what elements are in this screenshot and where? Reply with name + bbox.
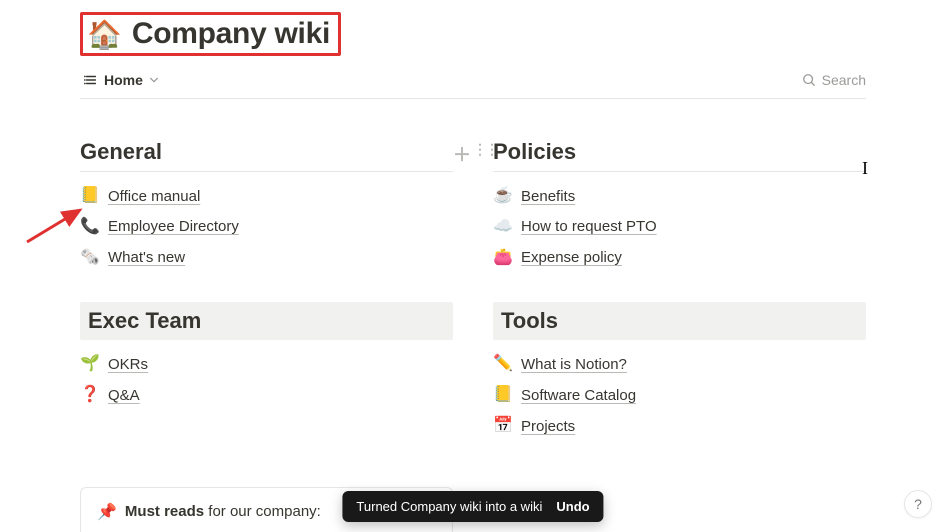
question-icon: ❓ bbox=[80, 385, 98, 406]
section-heading-label: Exec Team bbox=[88, 308, 201, 334]
link-whats-new[interactable]: 🗞️ What's new bbox=[80, 248, 453, 269]
pencil-icon: ✏️ bbox=[493, 354, 511, 375]
link-office-manual[interactable]: 📒 Office manual bbox=[80, 186, 453, 207]
chevron-down-icon bbox=[149, 75, 159, 85]
notebook-icon: 📒 bbox=[493, 385, 511, 406]
link-label: Q&A bbox=[108, 386, 140, 406]
page-title-row: 🏠 Company wiki bbox=[80, 12, 341, 56]
seedling-icon: 🌱 bbox=[80, 354, 98, 375]
view-toolbar: Home Search bbox=[80, 70, 866, 99]
link-request-pto[interactable]: ☁️ How to request PTO bbox=[493, 217, 866, 238]
link-label: OKRs bbox=[108, 355, 148, 375]
link-label: Employee Directory bbox=[108, 217, 239, 237]
section-heading-general[interactable]: General bbox=[80, 139, 453, 172]
coffee-icon: ☕ bbox=[493, 186, 511, 207]
link-okrs[interactable]: 🌱 OKRs bbox=[80, 354, 453, 375]
section-heading-exec[interactable]: Exec Team bbox=[80, 302, 453, 340]
calendar-icon: 📅 bbox=[493, 416, 511, 437]
toast-undo-button[interactable]: Undo bbox=[556, 499, 589, 514]
purse-icon: 👛 bbox=[493, 248, 511, 269]
section-heading-policies[interactable]: ＋ ⋮⋮ Policies bbox=[493, 139, 866, 172]
link-label: Benefits bbox=[521, 187, 575, 207]
section-policies: ＋ ⋮⋮ Policies ☕ Benefits ☁️ How to reque… bbox=[493, 139, 866, 278]
must-reads-text: Must reads for our company: bbox=[125, 503, 321, 520]
toast-message: Turned Company wiki into a wiki bbox=[356, 499, 542, 514]
page-title[interactable]: Company wiki bbox=[132, 17, 330, 51]
page-root: 🏠 Company wiki Home Search General 📒 bbox=[0, 0, 946, 532]
link-label: Expense policy bbox=[521, 248, 622, 268]
block-hover-controls: ＋ ⋮⋮ bbox=[453, 141, 497, 167]
link-software-catalog[interactable]: 📒 Software Catalog bbox=[493, 385, 866, 406]
link-label: How to request PTO bbox=[521, 217, 657, 237]
section-tools: Tools ✏️ What is Notion? 📒 Software Cata… bbox=[493, 302, 866, 446]
newspaper-icon: 🗞️ bbox=[80, 248, 98, 269]
pushpin-icon: 📌 bbox=[97, 502, 117, 522]
toast-notification: Turned Company wiki into a wiki Undo bbox=[342, 491, 603, 522]
sections-grid: General 📒 Office manual 📞 Employee Direc… bbox=[80, 139, 866, 447]
link-label: What is Notion? bbox=[521, 355, 627, 375]
link-qa[interactable]: ❓ Q&A bbox=[80, 385, 453, 406]
view-switcher-home[interactable]: Home bbox=[80, 70, 163, 90]
search-icon bbox=[802, 73, 816, 87]
section-heading-label: General bbox=[80, 139, 162, 165]
link-employee-directory[interactable]: 📞 Employee Directory bbox=[80, 217, 453, 238]
link-benefits[interactable]: ☕ Benefits bbox=[493, 186, 866, 207]
drag-handle-icon[interactable]: ⋮⋮ bbox=[473, 141, 497, 167]
search-label: Search bbox=[822, 72, 866, 88]
link-projects[interactable]: 📅 Projects bbox=[493, 416, 866, 437]
link-label: What's new bbox=[108, 248, 185, 268]
section-heading-label: Tools bbox=[501, 308, 558, 334]
section-heading-tools[interactable]: Tools bbox=[493, 302, 866, 340]
link-label: Office manual bbox=[108, 187, 200, 207]
add-block-icon[interactable]: ＋ bbox=[453, 141, 471, 167]
view-switcher-label: Home bbox=[104, 72, 143, 88]
section-heading-label: Policies bbox=[493, 139, 576, 165]
list-icon bbox=[84, 73, 98, 87]
link-what-is-notion[interactable]: ✏️ What is Notion? bbox=[493, 354, 866, 375]
link-expense-policy[interactable]: 👛 Expense policy bbox=[493, 248, 866, 269]
section-general: General 📒 Office manual 📞 Employee Direc… bbox=[80, 139, 453, 278]
notebook-icon: 📒 bbox=[80, 186, 98, 207]
help-button[interactable]: ? bbox=[904, 490, 932, 518]
help-label: ? bbox=[914, 496, 922, 512]
link-label: Software Catalog bbox=[521, 386, 636, 406]
page-icon[interactable]: 🏠 bbox=[87, 18, 122, 51]
phone-icon: 📞 bbox=[80, 217, 98, 238]
cloud-icon: ☁️ bbox=[493, 217, 511, 238]
search-button[interactable]: Search bbox=[802, 72, 866, 88]
section-exec-team: Exec Team 🌱 OKRs ❓ Q&A bbox=[80, 302, 453, 446]
link-label: Projects bbox=[521, 417, 575, 437]
